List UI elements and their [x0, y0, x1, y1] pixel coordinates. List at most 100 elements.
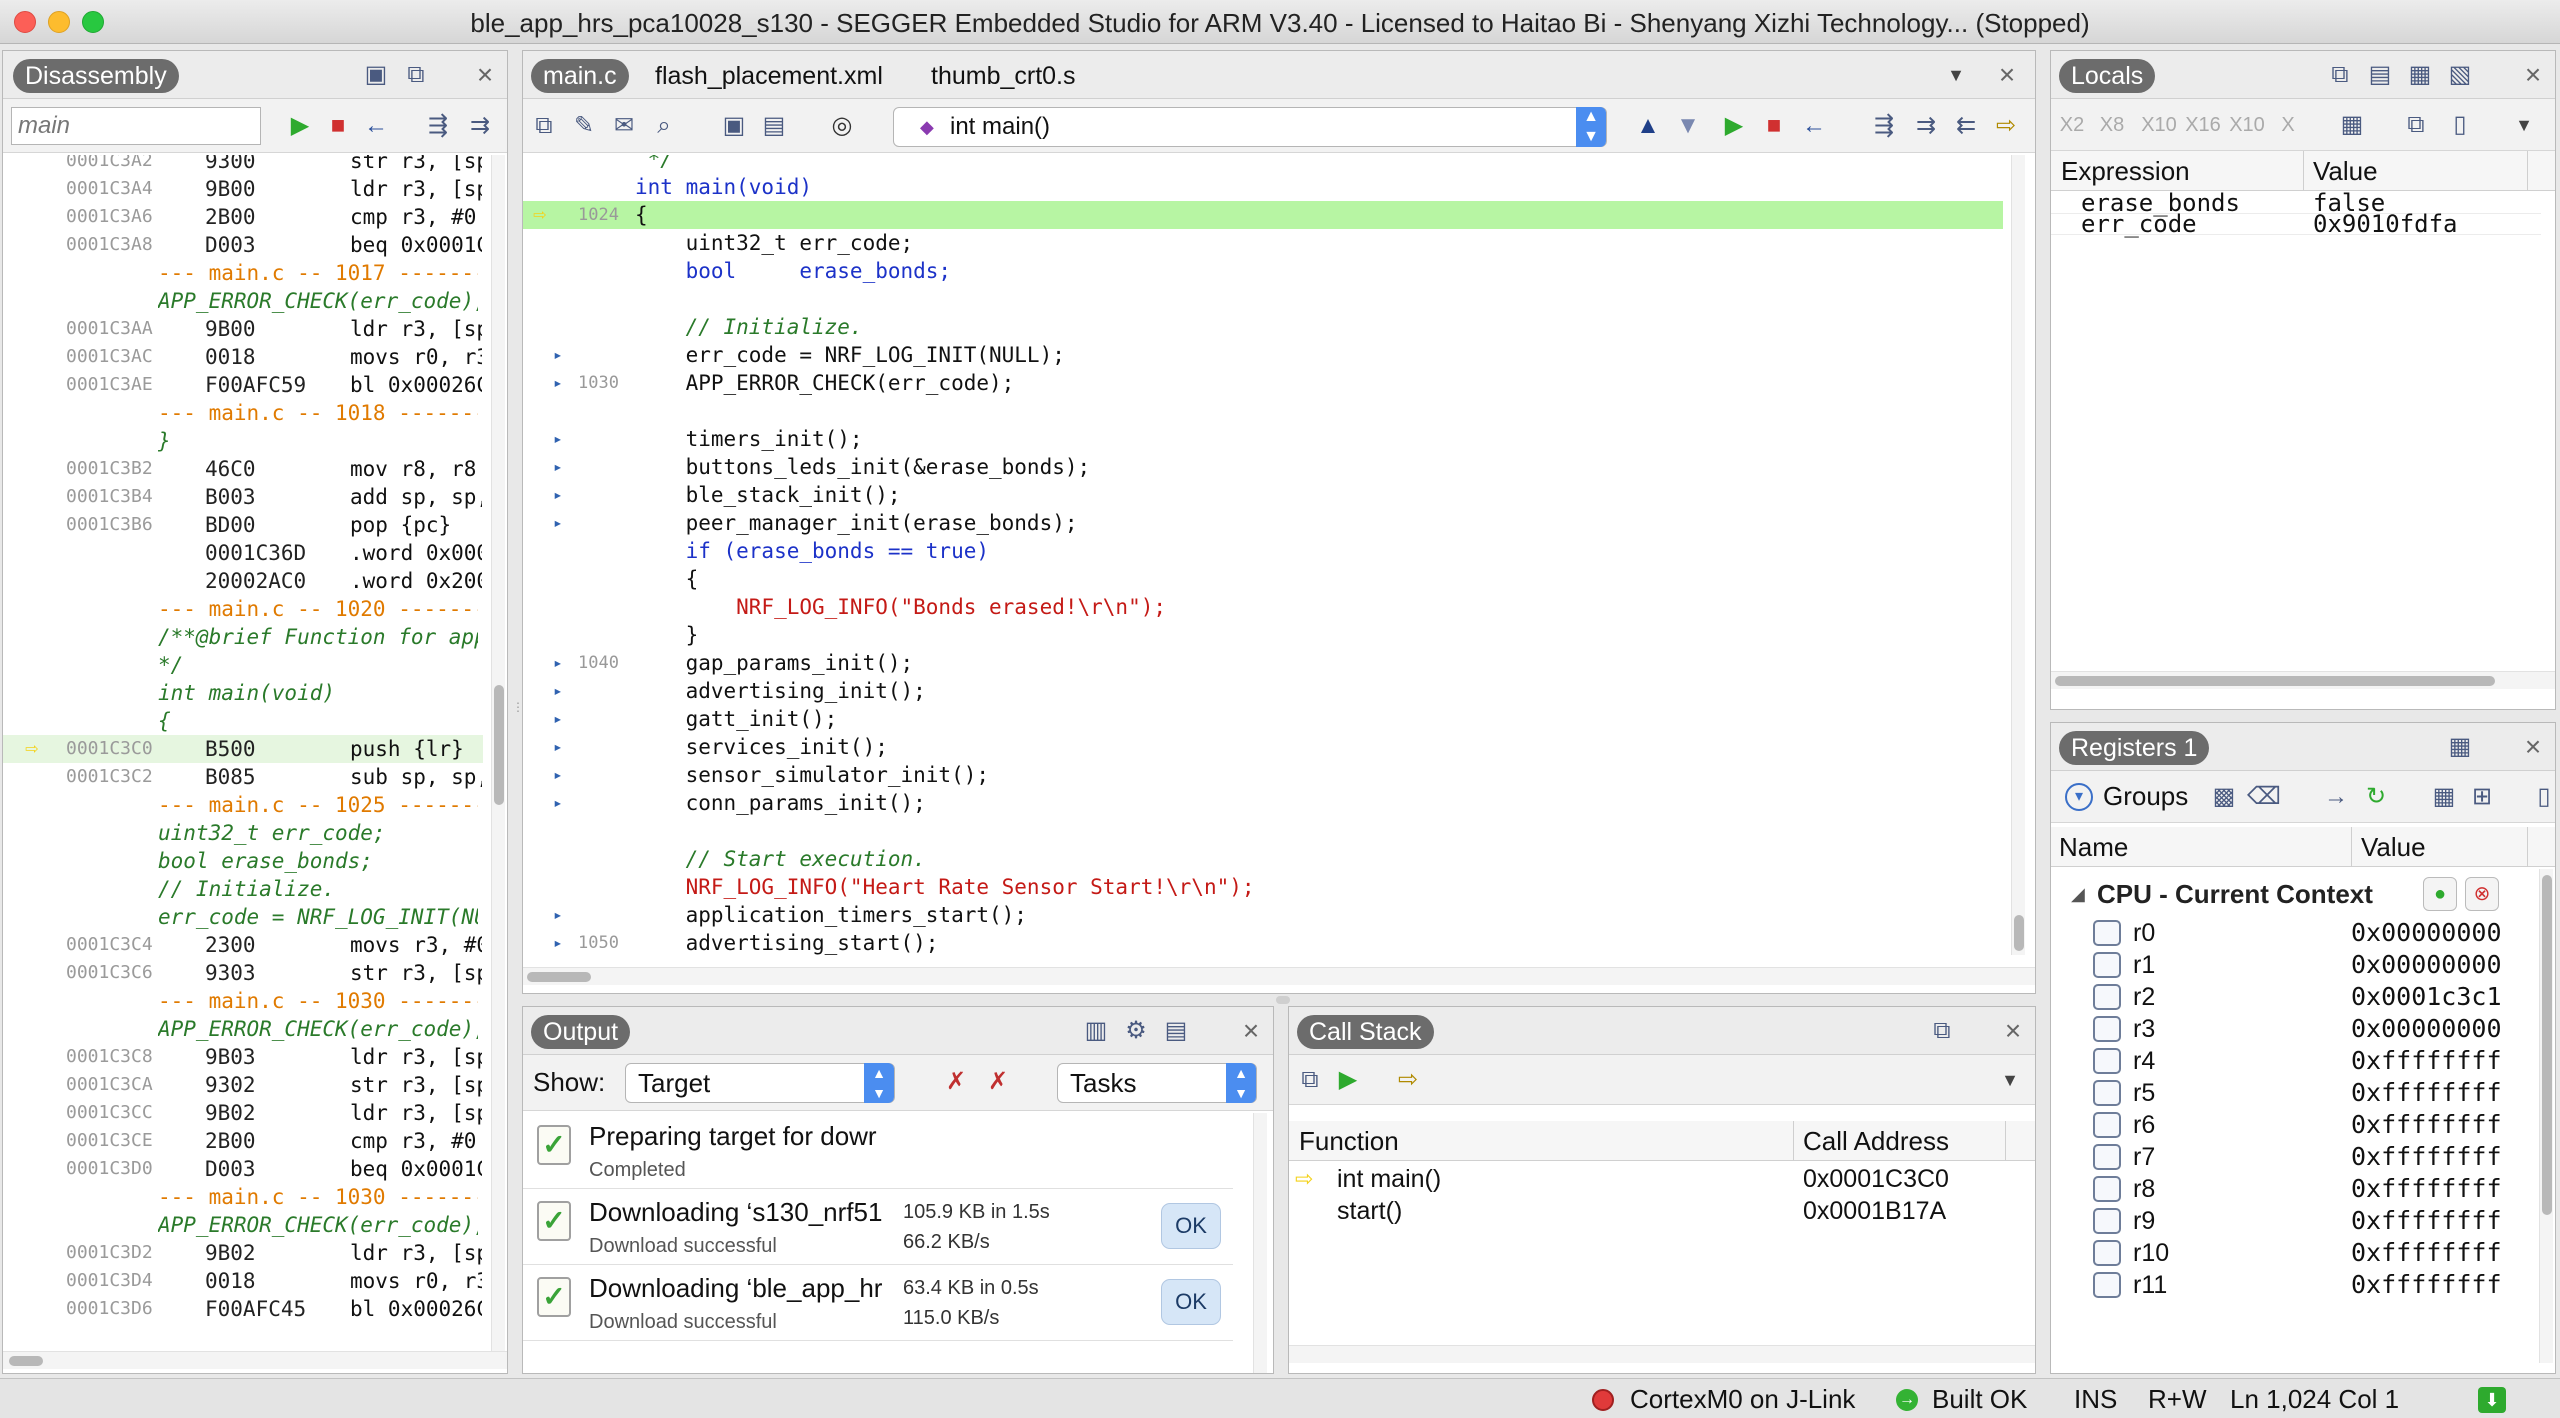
code-line[interactable]: ▸ 1050 advertising_start();: [523, 929, 2003, 955]
source-line-row[interactable]: bool erase_bonds;: [3, 847, 483, 875]
editor-vscroll-thumb[interactable]: [2014, 915, 2024, 951]
output-settings-icon[interactable]: ⚙: [1121, 1016, 1151, 1046]
mixed-mode-icon[interactable]: ▣: [361, 60, 391, 90]
splitter-handle[interactable]: ⋮: [512, 700, 524, 714]
register-row[interactable]: r8 0xffffffff: [2051, 1173, 2521, 1205]
disassembly-row[interactable]: ⇨ 0001C3C0 B500 push {lr}: [3, 735, 483, 763]
ok-button[interactable]: OK: [1161, 1203, 1221, 1249]
code-line[interactable]: ▸ conn_params_init();: [523, 789, 2003, 817]
code-line[interactable]: ▸ peer_manager_init(erase_bonds);: [523, 509, 2003, 537]
code-line[interactable]: if (erase_bonds == true): [523, 537, 2003, 565]
callstack-options-icon[interactable]: ⧉: [1927, 1016, 1957, 1046]
tab-main-c[interactable]: main.c: [531, 59, 629, 93]
tab-disassembly[interactable]: Disassembly: [13, 59, 179, 93]
source-line-row[interactable]: APP_ERROR_CHECK(err_code);: [3, 287, 483, 315]
register-row[interactable]: r4 0xffffffff: [2051, 1045, 2521, 1077]
output-item[interactable]: ✓ Preparing target for dowr Completed: [523, 1113, 1233, 1189]
locals-col-value[interactable]: Value: [2313, 151, 2378, 191]
callstack-row[interactable]: ⇨ int main() 0x0001C3C0: [1289, 1163, 2019, 1195]
close-icon[interactable]: ×: [1237, 1017, 1265, 1045]
callstack-col-function[interactable]: Function: [1299, 1121, 1399, 1161]
register-row[interactable]: r11 0xffffffff: [2051, 1269, 2521, 1301]
close-icon[interactable]: ×: [471, 61, 499, 89]
group-locate-icon[interactable]: ●: [2423, 877, 2457, 911]
code-line[interactable]: NRF_LOG_INFO("Bonds erased!\r\n");: [523, 593, 2003, 621]
register-value[interactable]: 0xffffffff: [2351, 1141, 2502, 1173]
memory-icon[interactable]: ▤: [2365, 60, 2395, 90]
code-line[interactable]: ▸ application_timers_start();: [523, 901, 2003, 929]
disassembly-options-icon[interactable]: ⧉: [401, 60, 431, 90]
locals-menu-dropdown-icon[interactable]: ▼: [2509, 110, 2539, 140]
stop-icon[interactable]: ■: [1759, 111, 1789, 141]
locals-hscroll-thumb[interactable]: [2055, 676, 2495, 686]
breakpoint-location-icon[interactable]: ▸: [553, 341, 563, 369]
go-icon[interactable]: ▶: [1719, 111, 1749, 141]
bookmark-icon[interactable]: ⧉: [529, 111, 559, 141]
disassembly-row[interactable]: 0001C3C8 9B03 ldr r3, [sp: [3, 1043, 483, 1071]
build-status[interactable]: Built OK: [1932, 1379, 2027, 1418]
breakpoint-location-icon[interactable]: ▸: [553, 509, 563, 537]
disassembly-row[interactable]: 0001C3D0 D003 beq 0x0001C: [3, 1155, 483, 1183]
code-line[interactable]: [523, 285, 2003, 313]
register-row[interactable]: r9 0xffffffff: [2051, 1205, 2521, 1237]
register-checkbox[interactable]: [2093, 1272, 2121, 1298]
find-icon[interactable]: ⌕: [649, 111, 679, 141]
code-line[interactable]: ▸ timers_init();: [523, 425, 2003, 453]
document-icon[interactable]: ▯: [2445, 110, 2475, 140]
show-select-arrows-icon[interactable]: ▲ ▼: [864, 1063, 894, 1103]
register-value[interactable]: 0xffffffff: [2351, 1109, 2502, 1141]
register-value[interactable]: 0x00000000: [2351, 1013, 2502, 1045]
format-x16-button[interactable]: X16: [2185, 110, 2221, 140]
locals-col-expression[interactable]: Expression: [2061, 151, 2190, 191]
register-value[interactable]: 0xffffffff: [2351, 1173, 2502, 1205]
disassembly-row[interactable]: 0001C3C6 9303 str r3, [sp: [3, 959, 483, 987]
disassembly-row[interactable]: 0001C3CA 9302 str r3, [sp: [3, 1071, 483, 1099]
disassembly-row[interactable]: 0001C3A6 2B00 cmp r3, #0: [3, 203, 483, 231]
go-icon[interactable]: ▶: [285, 111, 315, 141]
up-arrow-icon[interactable]: ▲: [1633, 111, 1663, 141]
code-line[interactable]: [523, 397, 2003, 425]
register-row[interactable]: r0 0x00000000: [2051, 917, 2521, 949]
target-connection-status[interactable]: CortexM0 on J-Link: [1630, 1379, 1855, 1418]
code-line[interactable]: [523, 817, 2003, 845]
callstack-col-address[interactable]: Call Address: [1803, 1121, 1949, 1161]
output-book-icon[interactable]: ▥: [1081, 1016, 1111, 1046]
register-value[interactable]: 0xffffffff: [2351, 1269, 2502, 1301]
source-line-row[interactable]: */: [3, 651, 483, 679]
tasks-select-arrows-icon[interactable]: ▲ ▼: [1226, 1063, 1256, 1103]
source-separator-row[interactable]: --- main.c -- 1030 ---------: [3, 1183, 483, 1211]
grid-icon[interactable]: ▦: [2429, 782, 2459, 812]
source-line-row[interactable]: int main(void): [3, 679, 483, 707]
breakpoint-location-icon[interactable]: ▸: [553, 705, 563, 733]
step-into-icon[interactable]: ⇶: [423, 111, 453, 141]
disassembly-row[interactable]: 0001C3AC 0018 movs r0, r3: [3, 343, 483, 371]
format-char-button[interactable]: X: [2273, 110, 2303, 140]
step-over-icon[interactable]: ⇉: [1911, 111, 1941, 141]
disassembly-search-input[interactable]: [11, 107, 261, 145]
step-into-icon[interactable]: ⇶: [1869, 111, 1899, 141]
down-arrow-icon[interactable]: ▼: [1673, 111, 1703, 141]
register-row[interactable]: r1 0x00000000: [2051, 949, 2521, 981]
disassembly-row[interactable]: 20002AC0 .word 0x200: [3, 567, 483, 595]
source-line-row[interactable]: /**@brief Function for appl: [3, 623, 483, 651]
columns-icon[interactable]: ▦: [2337, 110, 2367, 140]
register-row[interactable]: r3 0x00000000: [2051, 1013, 2521, 1045]
format-x10-button[interactable]: X10: [2141, 110, 2177, 140]
register-row[interactable]: r6 0xffffffff: [2051, 1109, 2521, 1141]
register-value[interactable]: 0xffffffff: [2351, 1237, 2502, 1269]
code-editor[interactable]: */int main(void) ⇨ 1024{ uint32_t err_code…: [523, 155, 2011, 955]
code-line[interactable]: ▸ gatt_init();: [523, 705, 2003, 733]
source-separator-row[interactable]: --- main.c -- 1030 ---------: [3, 987, 483, 1015]
tasks-select[interactable]: Tasks ▲ ▼: [1057, 1063, 1257, 1103]
disassembly-row[interactable]: 0001C3A8 D003 beq 0x0001C: [3, 231, 483, 259]
register-value[interactable]: 0x00000000: [2351, 917, 2502, 949]
code-line[interactable]: ▸ 1040 gap_params_init();: [523, 649, 2003, 677]
source-line-row[interactable]: err_code = NRF_LOG_INIT(NUL: [3, 903, 483, 931]
breakpoint-location-icon[interactable]: ▸: [553, 789, 563, 817]
copy-icon[interactable]: ⧉: [2401, 110, 2431, 140]
back-arrow-icon[interactable]: ←: [1799, 111, 1829, 141]
registers-col-name[interactable]: Name: [2059, 827, 2128, 867]
source-separator-row[interactable]: --- main.c -- 1018 ---------: [3, 399, 483, 427]
stop-icon[interactable]: ■: [323, 111, 353, 141]
source-line-row[interactable]: uint32_t err_code;: [3, 819, 483, 847]
